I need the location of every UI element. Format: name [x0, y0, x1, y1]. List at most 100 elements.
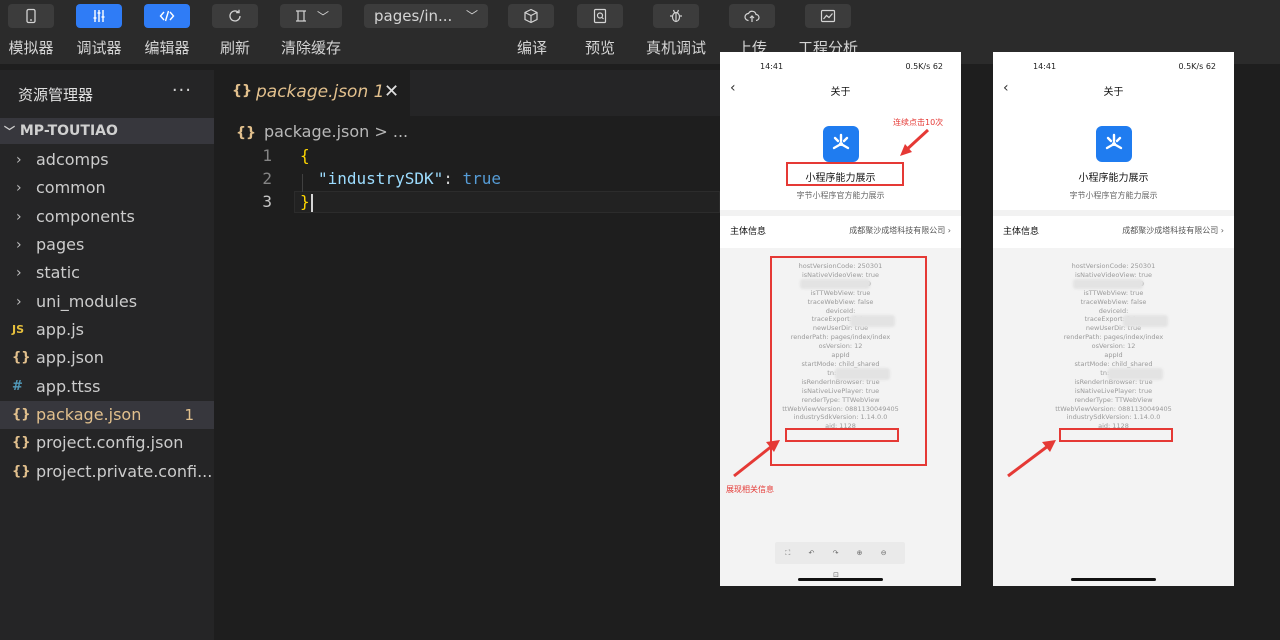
- arrow-icon: [733, 440, 780, 478]
- info-line: traceWebView: false: [1080, 297, 1147, 306]
- image-viewer-toolbar[interactable]: ⛶ ↶ ↷ ⊕ ⊖ ⊡: [775, 542, 905, 579]
- text-cursor: [310, 193, 313, 212]
- simulator-toggle-button[interactable]: [8, 4, 54, 28]
- refresh-button[interactable]: [212, 4, 258, 28]
- chevron-down-icon: ﹀: [465, 9, 478, 23]
- clear-cache-label: 清除缓存: [280, 39, 342, 57]
- explorer-title: 资源管理器: [18, 86, 94, 104]
- closing-brace: }: [300, 192, 310, 211]
- real-device-debug-label: 真机调试: [645, 39, 707, 57]
- info-line: isNativeLivePlayer: true: [1074, 386, 1153, 395]
- more-icon[interactable]: ···: [172, 80, 192, 101]
- phone-icon: [26, 8, 36, 24]
- tree-file-project-config-json[interactable]: {} project.config.json: [0, 429, 214, 457]
- close-icon[interactable]: ✕: [384, 81, 399, 102]
- status-bar: 14:41 0.5K/s 62: [720, 62, 961, 76]
- clear-cache-button[interactable]: ﹀: [280, 4, 342, 28]
- entity-info-row[interactable]: 主体信息 成都聚沙成塔科技有限公司 ›: [720, 216, 961, 244]
- chevron-right-icon: ›: [16, 237, 22, 253]
- tree-item-label: project.config.json: [36, 433, 184, 452]
- app-logo-icon: [1105, 133, 1123, 150]
- home-indicator: [1071, 578, 1156, 581]
- tree-file-package-json[interactable]: {} package.json 1: [0, 401, 214, 429]
- breadcrumb-file[interactable]: package.json: [264, 122, 369, 141]
- app-name: 小程序能力展示: [1078, 173, 1149, 184]
- page-select[interactable]: pages/in... ﹀: [364, 4, 488, 28]
- editor-toggle-button[interactable]: [144, 4, 190, 28]
- tree-item-label: pages: [36, 235, 85, 254]
- line-number: 1: [262, 146, 272, 165]
- debugger-toggle-button[interactable]: [76, 4, 122, 28]
- project-root[interactable]: ﹀ MP-TOUTIAO: [0, 118, 214, 144]
- tree-item-label: uni_modules: [36, 292, 138, 311]
- tree-file-project-private-config-json[interactable]: {} project.private.confi...: [0, 458, 214, 486]
- broom-icon: [295, 10, 306, 22]
- status-time: 14:41: [760, 62, 784, 71]
- entity-info-row[interactable]: 主体信息 成都聚沙成塔科技有限公司 ›: [993, 216, 1234, 244]
- tree-folder-components[interactable]: › components: [0, 203, 214, 231]
- breadcrumb-separator: >: [374, 122, 388, 141]
- tree-folder-common[interactable]: › common: [0, 174, 214, 202]
- app-logo[interactable]: [823, 126, 859, 162]
- chevron-right-icon: ›: [16, 152, 22, 168]
- line-number: 3: [262, 192, 272, 211]
- tree-folder-uni-modules[interactable]: › uni_modules: [0, 288, 214, 316]
- tree-item-label: app.js: [36, 320, 84, 339]
- project-name: MP-TOUTIAO: [19, 123, 118, 139]
- preview-button[interactable]: [577, 4, 623, 28]
- compile-button[interactable]: [508, 4, 554, 28]
- json-value: true: [462, 169, 502, 188]
- info-line: traceExport: false: [1084, 315, 1143, 324]
- tree-file-app-json[interactable]: {} app.json: [0, 344, 214, 372]
- tree-item-label: app.json: [36, 348, 104, 367]
- phone-nav-bar: ‹ 关于: [720, 80, 961, 100]
- highlight-box-sdk-version: [785, 428, 899, 442]
- tree-folder-static[interactable]: › static: [0, 259, 214, 287]
- page-select-value: pages/in...: [374, 7, 453, 25]
- status-network: 0.5K/s 62: [905, 62, 943, 71]
- entity-info-label: 主体信息: [1003, 227, 1040, 237]
- breadcrumb-more[interactable]: ...: [393, 122, 408, 141]
- phone-page-title: 关于: [830, 87, 851, 98]
- info-line: ttWebViewVersion: 0881130049405: [1055, 404, 1172, 413]
- entity-info-label: 主体信息: [730, 227, 767, 237]
- debug-info-panel: hostVersionCode: 250301 isNativeVideoVie…: [993, 248, 1234, 586]
- redacted-blur: [1073, 279, 1143, 289]
- chevron-down-icon: ﹀: [316, 9, 329, 24]
- editor-tabbar: {} package.json 1 ✕: [214, 70, 720, 116]
- tab-package-json[interactable]: {} package.json 1 ✕: [214, 70, 410, 116]
- upload-button[interactable]: [729, 4, 775, 28]
- code-line-2[interactable]: "industrySDK": true: [318, 169, 501, 188]
- chevron-right-icon: ›: [16, 180, 22, 196]
- json-colon: :: [443, 169, 463, 188]
- status-bar: 14:41 0.5K/s 62: [993, 62, 1234, 76]
- code-icon: [159, 10, 175, 22]
- annotation-result-hint: 展现相关信息: [726, 485, 774, 494]
- indent-guide: [302, 174, 303, 192]
- info-line: hostVersionCode: 250301: [1071, 262, 1156, 270]
- explorer-sidebar: 资源管理器 ··· ﹀ MP-TOUTIAO › adcomps › common …: [0, 70, 214, 640]
- real-device-debug-button[interactable]: [653, 4, 699, 28]
- tree-folder-adcomps[interactable]: › adcomps: [0, 146, 214, 174]
- info-line: renderPath: pages/index/index: [1063, 333, 1164, 342]
- refresh-icon: [229, 9, 241, 22]
- code-line-1[interactable]: {: [300, 146, 310, 165]
- app-logo[interactable]: [1096, 126, 1132, 162]
- tree-folder-pages[interactable]: › pages: [0, 231, 214, 259]
- project-analysis-button[interactable]: [805, 4, 851, 28]
- json-file-icon: {}: [12, 350, 31, 365]
- chevron-right-icon: ›: [16, 209, 22, 225]
- redacted-blur: [1123, 315, 1168, 327]
- current-line-highlight: [294, 191, 720, 213]
- css-file-icon: #: [12, 379, 23, 394]
- code-line-3[interactable]: }: [300, 192, 313, 212]
- upload-icon: [744, 10, 760, 22]
- status-network: 0.5K/s 62: [1178, 62, 1216, 71]
- tree-file-app-ttss[interactable]: # app.ttss: [0, 373, 214, 401]
- json-file-icon: {}: [12, 464, 31, 479]
- arrow-icon: [1007, 440, 1056, 478]
- tree-file-app-js[interactable]: JS app.js: [0, 316, 214, 344]
- simulator-label: 模拟器: [8, 39, 54, 57]
- problem-count-badge: 1: [184, 406, 194, 424]
- info-line: industrySdkVersion: 1.14.0.0: [1066, 413, 1161, 422]
